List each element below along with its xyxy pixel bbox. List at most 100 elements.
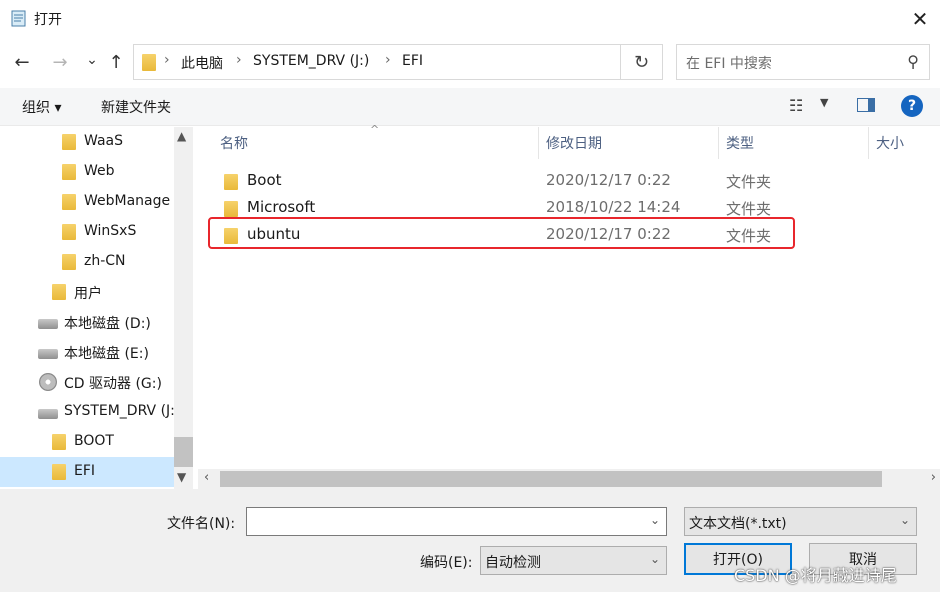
sidebar-item-label: SYSTEM_DRV (J:) (64, 403, 181, 419)
up-arrow-icon[interactable]: ↑ (104, 50, 128, 74)
scroll-right-icon[interactable]: › (931, 470, 936, 485)
filename-label: 文件名(N): (167, 516, 236, 532)
sidebar-item-drive-d[interactable]: 本地磁盘 (D:) (0, 307, 174, 337)
sidebar-item-efi[interactable]: EFI (0, 457, 174, 487)
address-bar[interactable]: › 此电脑 › SYSTEM_DRV (J:) › EFI ⌄ (133, 44, 730, 80)
file-type-filter-value: 文本文档(*.txt) (689, 516, 787, 532)
file-name: Boot (247, 171, 282, 189)
sidebar-item-label: 用户 (74, 286, 102, 302)
folder-icon (62, 164, 76, 180)
scrollbar-thumb[interactable] (174, 437, 193, 467)
scroll-down-icon[interactable]: ▼ (177, 470, 186, 484)
command-bar: 组织 ▾ 新建文件夹 ☷ ▼ ? (0, 88, 940, 126)
sidebar-item-webmanage[interactable]: WebManage (0, 187, 174, 217)
folder-icon (52, 464, 66, 480)
sidebar-item-drive-e[interactable]: 本地磁盘 (E:) (0, 337, 174, 367)
folder-icon (62, 254, 76, 270)
folder-icon (142, 54, 156, 71)
forward-arrow-icon[interactable]: → (48, 50, 72, 74)
file-type: 文件夹 (726, 173, 772, 191)
sidebar-item-label: 本地磁盘 (E:) (64, 346, 149, 362)
window-title: 打开 (34, 12, 62, 28)
help-icon[interactable]: ? (901, 95, 923, 117)
scroll-left-icon[interactable]: ‹ (204, 470, 209, 485)
breadcrumb-efi[interactable]: EFI (402, 53, 423, 69)
sidebar-item-web[interactable]: Web (0, 157, 174, 187)
back-arrow-icon[interactable]: ← (10, 50, 34, 74)
breadcrumb-system-drv[interactable]: SYSTEM_DRV (J:) (253, 53, 369, 69)
chevron-down-icon[interactable]: ⌄ (650, 513, 660, 527)
folder-icon (52, 284, 66, 300)
watermark-text: CSDN @将月藏进诗尾 (734, 566, 897, 585)
sidebar-item-label: WaaS (84, 133, 123, 149)
file-date: 2018/10/22 14:24 (546, 198, 681, 216)
column-header-size[interactable]: 大小 (876, 133, 904, 153)
column-header-type[interactable]: 类型 (726, 133, 754, 153)
sidebar-item-label: WinSxS (84, 223, 137, 239)
folder-icon (62, 134, 76, 150)
sidebar-item-label: zh-CN (84, 253, 126, 269)
sidebar-item-label: EFI (74, 463, 96, 479)
sidebar-item-label: Web (84, 163, 115, 179)
cd-drive-icon (39, 373, 57, 391)
view-dropdown-icon[interactable]: ▼ (820, 96, 828, 109)
sidebar-scrollbar[interactable]: ▲ ▼ (174, 127, 193, 489)
chevron-down-icon[interactable]: ⌄ (900, 513, 910, 527)
folder-icon (52, 434, 66, 450)
folder-icon (224, 174, 238, 190)
file-list: ^ 名称 修改日期 类型 大小 Boot 2020/12/17 0:22 文件夹… (198, 123, 940, 489)
sidebar-item-label: BOOT (74, 433, 114, 449)
column-divider[interactable] (538, 127, 539, 159)
refresh-icon[interactable]: ↻ (621, 44, 663, 80)
sort-ascending-icon: ^ (370, 123, 380, 136)
sidebar-item-waas[interactable]: WaaS (0, 127, 174, 157)
search-placeholder: 在 EFI 中搜索 (686, 56, 772, 72)
navigation-pane: WaaS Web WebManage WinSxS zh-CN 用户 本地磁盘 … (0, 127, 193, 489)
file-type-filter-select[interactable]: 文本文档(*.txt) ⌄ (684, 507, 917, 536)
drive-icon (38, 349, 58, 359)
close-icon[interactable]: ✕ (904, 5, 936, 33)
search-icon[interactable]: ⚲ (907, 52, 919, 71)
encoding-value: 自动检测 (485, 555, 541, 571)
file-date: 2020/12/17 0:22 (546, 171, 671, 189)
sidebar-item-cd-drive-g[interactable]: CD 驱动器 (G:) (0, 367, 174, 397)
file-type: 文件夹 (726, 200, 772, 218)
horizontal-scrollbar[interactable]: ‹ › (198, 469, 940, 489)
sidebar-item-label: 本地磁盘 (D:) (64, 316, 151, 332)
sidebar-item-winsxs[interactable]: WinSxS (0, 217, 174, 247)
column-divider[interactable] (718, 127, 719, 159)
scrollbar-thumb[interactable] (220, 471, 882, 487)
view-options-icon[interactable]: ☷ (789, 96, 803, 115)
chevron-down-icon[interactable]: ⌄ (650, 552, 660, 566)
sidebar-item-system-drv[interactable]: SYSTEM_DRV (J:) (0, 397, 180, 427)
new-folder-button[interactable]: 新建文件夹 (101, 97, 171, 117)
folder-icon (62, 194, 76, 210)
folder-icon (224, 201, 238, 217)
scroll-up-icon[interactable]: ▲ (177, 129, 186, 143)
sidebar-item-users[interactable]: 用户 (0, 277, 174, 307)
preview-pane-icon[interactable] (857, 98, 875, 112)
breadcrumb-separator: › (164, 52, 170, 68)
drive-icon (38, 319, 58, 329)
breadcrumb-separator: › (236, 52, 242, 68)
drive-icon (38, 409, 58, 419)
encoding-label: 编码(E): (420, 555, 473, 571)
sidebar-item-boot[interactable]: BOOT (0, 427, 174, 457)
filename-input[interactable]: ⌄ (246, 507, 667, 536)
title-bar: 打开 ✕ (0, 0, 940, 38)
recent-locations-chevron-icon[interactable]: ⌄ (80, 48, 104, 72)
search-box[interactable]: 在 EFI 中搜索 ⚲ (676, 44, 930, 80)
column-divider[interactable] (868, 127, 869, 159)
column-header-name[interactable]: 名称 (220, 133, 248, 153)
folder-icon (62, 224, 76, 240)
sidebar-item-zh-cn[interactable]: zh-CN (0, 247, 174, 277)
column-header-date[interactable]: 修改日期 (546, 133, 602, 153)
table-row[interactable]: Boot 2020/12/17 0:22 文件夹 (208, 168, 798, 195)
breadcrumb-this-pc[interactable]: 此电脑 (181, 53, 223, 73)
encoding-select[interactable]: 自动检测 ⌄ (480, 546, 667, 575)
file-name: Microsoft (247, 198, 316, 216)
organize-button[interactable]: 组织 ▾ (22, 97, 61, 117)
dialog-footer: 文件名(N): ⌄ 文本文档(*.txt) ⌄ 编码(E): 自动检测 ⌄ 打开… (0, 489, 940, 592)
notepad-icon (11, 10, 26, 27)
sidebar-item-label: CD 驱动器 (G:) (64, 376, 162, 392)
